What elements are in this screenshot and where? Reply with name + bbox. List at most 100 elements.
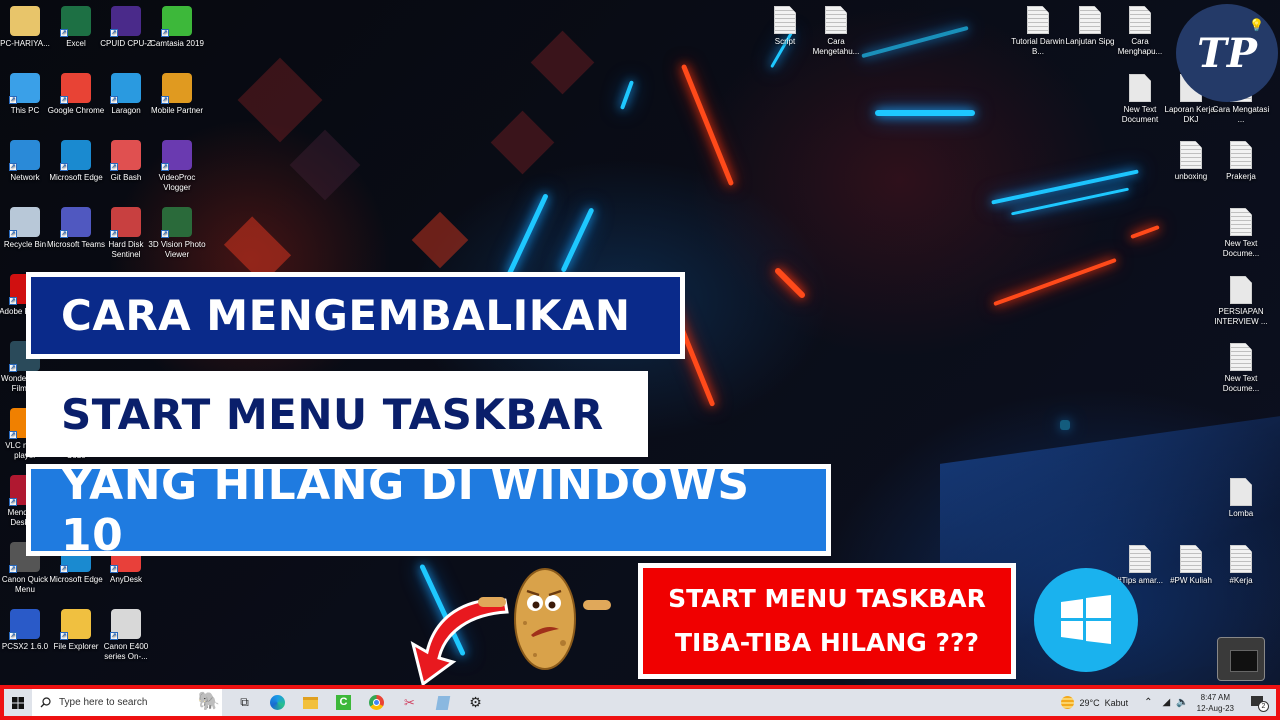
text-document-icon: [1230, 545, 1252, 573]
desktop-file-icon[interactable]: #Kerja: [1210, 545, 1272, 586]
shortcut-arrow-icon: ↗: [110, 96, 118, 104]
text-document-icon: [1180, 545, 1202, 573]
desktop-icon-label: VideoProc Vlogger: [158, 173, 196, 192]
canon-help-icon: ↗: [110, 609, 141, 640]
3d-vision-icon: ↗: [161, 207, 192, 238]
shortcut-arrow-icon: ↗: [60, 96, 68, 104]
taskbar-app-task-view[interactable]: ⧉: [228, 689, 261, 716]
shortcut-arrow-icon: ↗: [161, 163, 169, 171]
callout-box: START MENU TASKBAR TIBA-TIBA HILANG ???: [638, 563, 1016, 679]
git-bash-icon: ↗: [110, 140, 141, 171]
desktop-icon-label: Mobile Partner: [150, 106, 204, 115]
snipping-tool-icon: ✂: [404, 694, 415, 710]
elephant-doodle-icon: 🐘: [197, 691, 220, 711]
windows-logo-icon: [1034, 568, 1138, 672]
desktop-file-icon[interactable]: New Text Docume...: [1210, 208, 1272, 259]
taskbar: Type here to search 🐘 ⧉ C ✂ ⚙ 29°C Kabut ⌃ …: [4, 689, 1276, 716]
text-document-icon: [1230, 343, 1252, 371]
start-button[interactable]: [4, 689, 32, 716]
shortcut-arrow-icon: ↗: [110, 29, 118, 37]
hard-disk-sentinel-icon: ↗: [110, 207, 141, 238]
potato-hand-right: [583, 600, 611, 610]
title-banner-line3: YANG HILANG DI WINDOWS 10: [26, 459, 831, 561]
text-document-icon: [774, 6, 796, 34]
pcsx2-icon: ↗: [9, 609, 40, 640]
shortcut-arrow-icon: ↗: [9, 431, 17, 439]
wifi-icon[interactable]: ◢: [1162, 697, 1170, 708]
show-hidden-icons-chevron-icon[interactable]: ⌃: [1144, 697, 1152, 708]
clock-date: 12-Aug-23: [1196, 703, 1234, 713]
text-document-icon: [1230, 478, 1252, 506]
search-placeholder: Type here to search: [59, 697, 148, 708]
desktop-icon[interactable]: ↗ Mobile Partner: [146, 73, 208, 116]
taskbar-app-camtasia[interactable]: C: [327, 689, 360, 716]
taskbar-app-file-explorer[interactable]: [294, 689, 327, 716]
taskbar-app-chrome[interactable]: [360, 689, 393, 716]
callout-line2: TIBA-TIBA HILANG ???: [674, 628, 980, 657]
chrome-icon: [369, 695, 384, 710]
taskbar-highlight-frame: Type here to search 🐘 ⧉ C ✂ ⚙ 29°C Kabut ⌃ …: [0, 685, 1280, 720]
text-document-icon: [1230, 141, 1252, 169]
lightbulb-icon: 💡: [1249, 18, 1264, 32]
shortcut-arrow-icon: ↗: [9, 297, 17, 305]
title-banner-line1: CARA MENGEMBALIKAN: [26, 272, 685, 359]
taskbar-app-notepad[interactable]: [426, 689, 459, 716]
desktop-file-icon[interactable]: Cara Mengetahu...: [805, 6, 867, 57]
channel-logo: TP 💡: [1176, 4, 1278, 102]
title-line3: YANG HILANG DI WINDOWS 10: [61, 459, 750, 561]
clock-time: 8:47 AM: [1200, 692, 1230, 702]
camtasia-icon: C: [336, 695, 351, 710]
text-document-icon: [825, 6, 847, 34]
text-document-icon: [1230, 208, 1252, 236]
desktop-file-icon[interactable]: Cara Menghapu...: [1109, 6, 1171, 57]
taskbar-clock[interactable]: 8:47 AM 12-Aug-23: [1197, 692, 1234, 714]
shortcut-arrow-icon: ↗: [9, 230, 17, 238]
desktop-file-label: #Kerja: [1229, 576, 1253, 585]
settings-icon: ⚙: [469, 694, 482, 710]
printer-display: [1230, 650, 1258, 672]
desktop-file-icon[interactable]: PERSIAPAN INTERVIEW ...: [1210, 276, 1272, 327]
text-document-icon: [1180, 141, 1202, 169]
desktop-icon[interactable]: ↗ VideoProc Vlogger: [146, 140, 208, 193]
text-document-icon: [1230, 276, 1252, 304]
text-document-icon: [1027, 6, 1049, 34]
camtasia-icon: ↗: [161, 6, 192, 37]
volume-icon[interactable]: 🔈: [1176, 697, 1188, 708]
desktop-icon[interactable]: ↗ Camtasia 2019: [146, 6, 208, 49]
system-tray: 29°C Kabut ⌃ ◢ 🔈 8:47 AM 12-Aug-23 2: [1061, 689, 1276, 716]
desktop-file-label: Cara Mengatasi ...: [1212, 105, 1270, 124]
cpuz-icon: ↗: [110, 6, 141, 37]
network-icon: ↗: [9, 140, 40, 171]
desktop-icon-label: AnyDesk: [109, 575, 142, 584]
title-line1: CARA MENGEMBALIKAN: [61, 291, 631, 340]
edge-icon: [270, 695, 285, 710]
search-icon: [40, 697, 51, 708]
printer-gadget[interactable]: [1217, 637, 1265, 681]
desktop-file-icon[interactable]: Prakerja: [1210, 141, 1272, 182]
desktop-icon[interactable]: ↗ 3D Vision Photo Viewer: [146, 207, 208, 260]
shortcut-arrow-icon: ↗: [161, 230, 169, 238]
desktop-file-icon[interactable]: New Text Docume...: [1210, 343, 1272, 394]
desktop-file-label: Prakerja: [1226, 172, 1256, 181]
shortcut-arrow-icon: ↗: [110, 230, 118, 238]
desktop-icon-label: Camtasia 2019: [150, 39, 204, 48]
weather-widget[interactable]: 29°C Kabut: [1061, 696, 1128, 709]
desktop-file-icon[interactable]: Lomba: [1210, 478, 1272, 519]
shortcut-arrow-icon: ↗: [9, 96, 17, 104]
user-folder-icon: [10, 6, 40, 36]
desktop-file-label: Cara Mengetahu...: [812, 37, 860, 56]
taskbar-app-settings[interactable]: ⚙: [459, 689, 492, 716]
shortcut-arrow-icon: ↗: [9, 364, 17, 372]
weather-desc: Kabut: [1104, 697, 1129, 708]
taskbar-app-snipping-tool[interactable]: ✂: [393, 689, 426, 716]
taskbar-app-edge[interactable]: [261, 689, 294, 716]
desktop-icon[interactable]: ↗ Canon E400 series On-...: [95, 609, 157, 662]
desktop-file-label: New Text Docume...: [1222, 239, 1260, 258]
windows-start-icon: [12, 696, 24, 709]
notification-count-badge: 2: [1258, 700, 1269, 712]
task-view-icon: ⧉: [240, 695, 249, 709]
notification-center-button[interactable]: 2: [1248, 693, 1270, 713]
shortcut-arrow-icon: ↗: [9, 163, 17, 171]
taskbar-search-box[interactable]: Type here to search 🐘: [32, 689, 222, 716]
callout-line1: START MENU TASKBAR: [668, 584, 986, 613]
